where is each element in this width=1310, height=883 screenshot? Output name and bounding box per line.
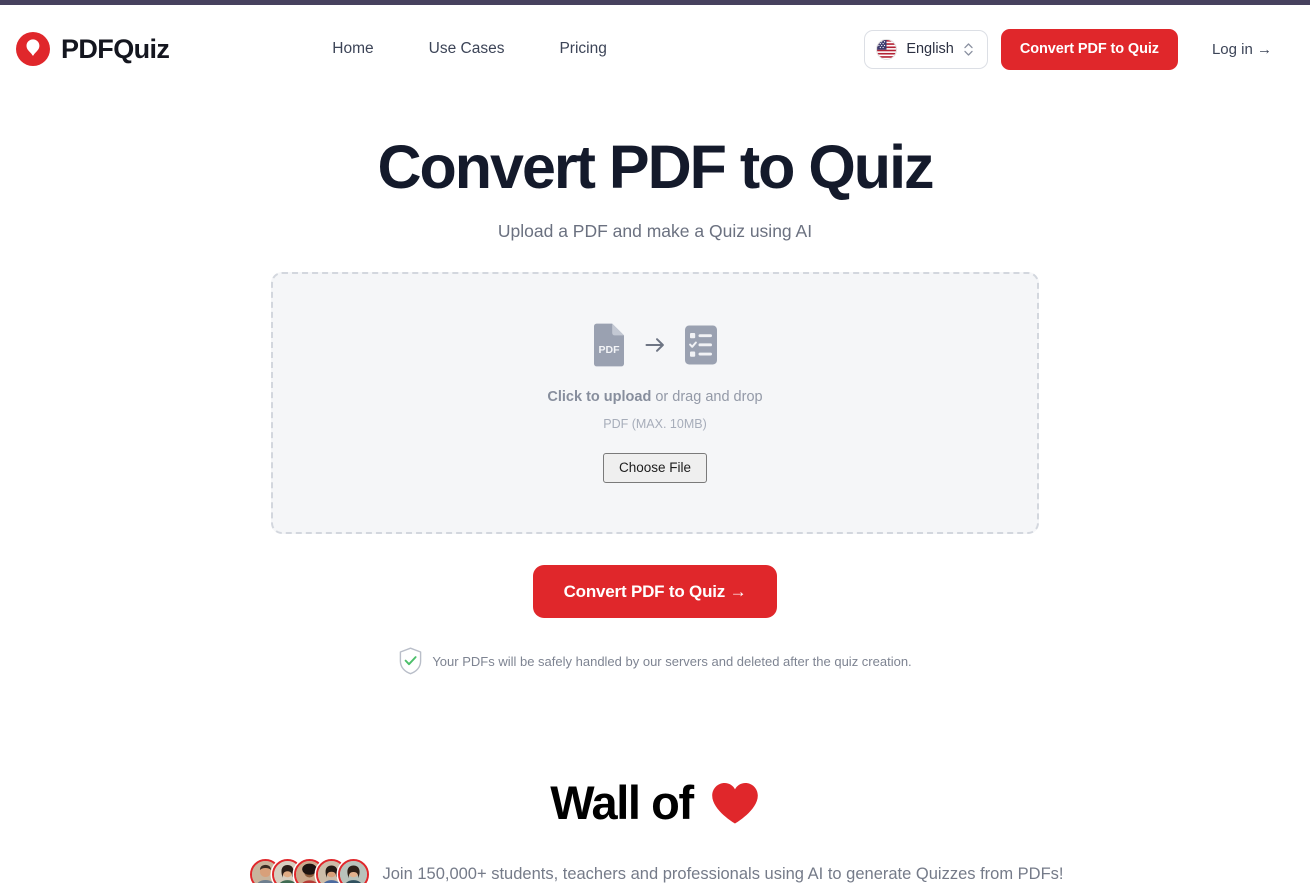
svg-text:PDF: PDF [599,344,621,356]
header-actions: English Convert PDF to Quiz Log in → [864,28,1272,70]
nav-pricing[interactable]: Pricing [559,40,606,58]
dropzone-hint: PDF (MAX. 10MB) [603,417,707,432]
file-input-row: Choose File [602,453,708,483]
file-dropzone[interactable]: PDF Click to upload or drag and drop PDF… [271,272,1039,535]
arrow-right-icon [644,334,666,356]
social-proof: Join 150,000+ students, teachers and pro… [0,858,1310,883]
nav-home[interactable]: Home [332,40,373,58]
dropzone-drag-label: or drag and drop [651,389,763,406]
language-label: English [906,41,954,57]
wall-title-text: Wall of [550,776,694,830]
brand-name: PDFQuiz [61,33,170,64]
language-selector[interactable]: English [864,29,988,69]
social-proof-text: Join 150,000+ students, teachers and pro… [382,864,1064,883]
wall-of-love-title: Wall of [550,777,760,829]
chevron-up-down-icon [963,41,974,58]
brand-logo[interactable]: PDFQuiz [16,32,170,66]
heart-icon [710,781,760,825]
nav-use-cases[interactable]: Use Cases [429,40,505,58]
pdf-file-icon: PDF [590,323,628,367]
dropzone-icon-row: PDF [590,323,720,367]
convert-pdf-to-quiz-button[interactable]: Convert PDF to Quiz → [532,565,778,619]
choose-file-button[interactable]: Choose File [602,453,708,483]
dropzone-click-label: Click to upload [547,389,652,406]
site-header: PDFQuiz Home Use Cases Pricing English C… [0,5,1310,93]
shield-check-icon [398,647,423,675]
pin-circle-logo-icon [16,32,50,66]
dropzone-primary-text: Click to upload or drag and drop [547,389,762,405]
avatar-5 [338,858,370,883]
page-title: Convert PDF to Quiz [377,133,934,201]
wall-of-love-section: Wall of Join 150,000+ students, teachers… [0,777,1310,883]
header-convert-button[interactable]: Convert PDF to Quiz [1000,28,1178,70]
privacy-text: Your PDFs will be safely handled by our … [432,653,912,669]
us-flag-icon [876,38,898,60]
convert-cta-wrap: Convert PDF to Quiz → [0,565,1310,619]
main-nav: Home Use Cases Pricing [332,40,607,58]
main-content: Convert PDF to Quiz Upload a PDF and mak… [0,93,1310,883]
login-link[interactable]: Log in → [1212,41,1272,58]
privacy-note: Your PDFs will be safely handled by our … [0,647,1310,675]
avatar-stack [250,858,370,883]
quiz-checklist-icon [682,323,720,367]
hero-section: Convert PDF to Quiz Upload a PDF and mak… [0,93,1310,242]
hero-subtitle: Upload a PDF and make a Quiz using AI [497,221,813,242]
